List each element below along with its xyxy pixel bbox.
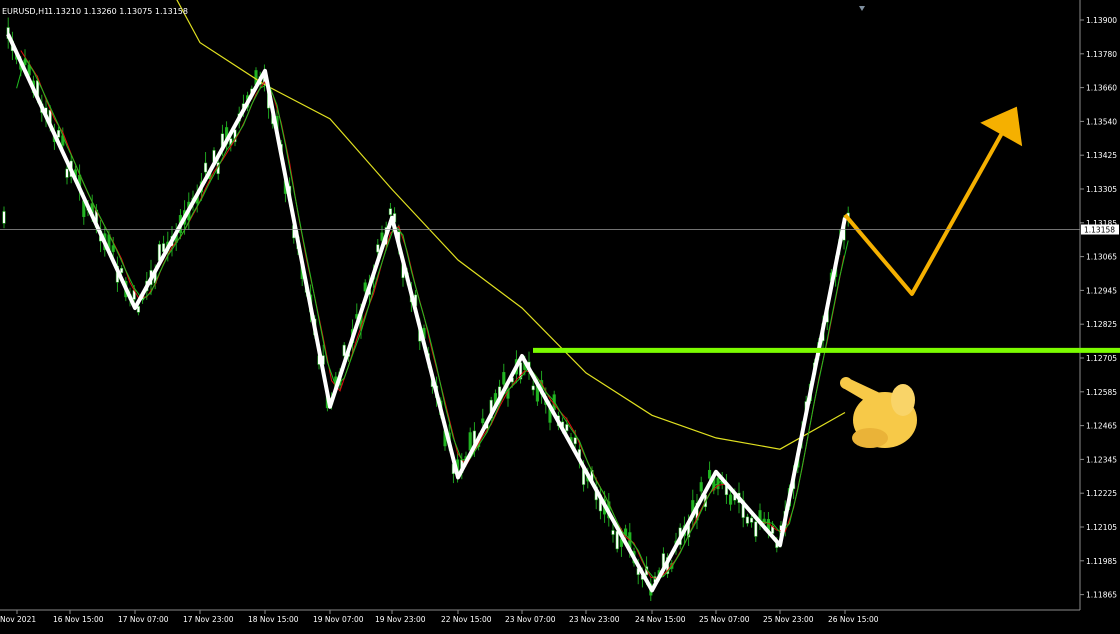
candle-body (204, 162, 208, 173)
candle-body (468, 432, 472, 451)
price-tick-label: 1.12225 (1086, 489, 1117, 498)
price-tick-label: 1.13185 (1086, 219, 1117, 228)
price-tick-label: 1.12825 (1086, 320, 1117, 329)
price-tick-label: 1.13065 (1086, 253, 1117, 262)
price-tick-label: 1.12105 (1086, 523, 1117, 532)
price-tick-label: 1.12945 (1086, 286, 1117, 295)
candle-body (388, 208, 392, 215)
price-tick-label: 1.13780 (1086, 50, 1117, 59)
candle-body (565, 424, 569, 432)
price-tick-label: 1.13425 (1086, 151, 1117, 160)
candle-body (342, 344, 346, 357)
candle-body (531, 385, 535, 391)
candle-body (376, 244, 380, 253)
quote-label: 1.13210 1.13260 1.13075 1.13158 (48, 7, 188, 16)
time-tick-label: 23 Nov 07:00 (505, 615, 556, 624)
time-tick-label: 22 Nov 15:00 (441, 615, 492, 624)
time-tick-label: 19 Nov 23:00 (375, 615, 426, 624)
candle-body (750, 517, 754, 523)
time-tick-label: 17 Nov 07:00 (118, 615, 169, 624)
time-tick-label: 25 Nov 07:00 (699, 615, 750, 624)
candle-body (2, 211, 6, 224)
candle-body (611, 530, 615, 535)
price-tick-label: 1.12345 (1086, 455, 1117, 464)
price-tick-label: 1.12705 (1086, 354, 1117, 363)
time-tick-label: 18 Nov 15:00 (248, 615, 299, 624)
price-tick-label: 1.11865 (1086, 591, 1117, 600)
price-tick-label: 1.13305 (1086, 185, 1117, 194)
candle-body (729, 494, 733, 505)
candle-body (111, 245, 115, 252)
symbol-label: EURUSD,H1 (2, 7, 49, 16)
time-tick-label: 19 Nov 07:00 (313, 615, 364, 624)
time-tick-label: 25 Nov 23:00 (763, 615, 814, 624)
time-tick-label: 16 Nov 15:00 (53, 615, 104, 624)
candle-body (699, 482, 703, 492)
candle-body (615, 530, 619, 550)
candle-body (363, 282, 367, 292)
price-tick-label: 1.12465 (1086, 422, 1117, 431)
candle-body (57, 129, 61, 138)
candle-body (502, 372, 506, 385)
price-tick-label: 1.13540 (1086, 117, 1117, 126)
candle-body (120, 267, 124, 274)
candle-body (573, 437, 577, 445)
candle-body (745, 516, 749, 524)
time-tick-label: 23 Nov 23:00 (569, 615, 620, 624)
time-tick-label: 26 Nov 15:00 (828, 615, 879, 624)
price-tick-label: 1.13900 (1086, 16, 1117, 25)
chart-canvas[interactable]: 1.13158 1.139001.137801.136601.135401.13… (0, 0, 1120, 630)
candle-body (754, 521, 758, 537)
candle-body (65, 168, 69, 178)
price-tick-label: 1.11985 (1086, 557, 1117, 566)
candle-body (708, 469, 712, 479)
time-tick-label: 17 Nov 23:00 (183, 615, 234, 624)
price-tick-label: 1.12585 (1086, 388, 1117, 397)
price-tick-label: 1.13660 (1086, 84, 1117, 93)
time-tick-label: Nov 2021 (0, 615, 36, 624)
price-chart[interactable]: 1.13158 1.13900 1.13780 1.13660 1.13540 1.13… (0, 0, 1120, 630)
chart-background (0, 0, 1120, 630)
candle-body (481, 418, 485, 424)
time-tick-label: 24 Nov 15:00 (635, 615, 686, 624)
